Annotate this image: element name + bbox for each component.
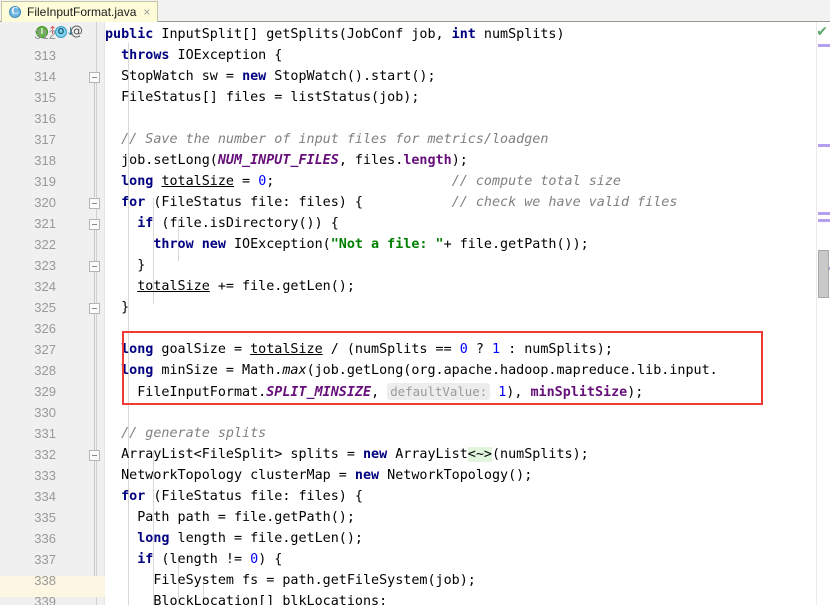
code-line-331[interactable]: // generate splits	[105, 423, 266, 444]
fold-line	[94, 314, 95, 454]
fold-line	[94, 272, 95, 304]
line-number: 337	[34, 552, 56, 567]
code-editor[interactable]: I ↑ O ↓ @ 312 313 314 315 316 317 318 31…	[0, 22, 830, 605]
line-number: 323	[34, 258, 56, 273]
fold-line	[94, 461, 95, 577]
fold-marker-321[interactable]	[89, 219, 100, 230]
code-line-329[interactable]: FileInputFormat.SPLIT_MINSIZE, defaultVa…	[105, 381, 643, 402]
line-number: 321	[34, 216, 56, 231]
line-number: 331	[34, 426, 56, 441]
fold-marker-325[interactable]	[89, 303, 100, 314]
code-line-338[interactable]: FileSystem fs = path.getFileSystem(job);	[105, 570, 476, 591]
code-line-315[interactable]: FileStatus[] files = listStatus(job);	[105, 87, 419, 108]
marker-stripe[interactable]	[818, 44, 830, 47]
code-line-332[interactable]: ArrayList<FileSplit> splits = new ArrayL…	[105, 444, 589, 465]
line-number: 332	[34, 447, 56, 462]
annotation-marker-icon[interactable]: @	[70, 24, 83, 39]
fold-marker-313[interactable]	[89, 72, 100, 83]
code-line-318[interactable]: job.setLong(NUM_INPUT_FILES, files.lengt…	[105, 150, 468, 171]
java-class-icon: C	[8, 5, 22, 19]
code-line-326[interactable]	[105, 318, 113, 339]
line-number: 318	[34, 153, 56, 168]
inlay-hint-defaultvalue: defaultValue:	[387, 383, 491, 400]
tab-label: FileInputFormat.java	[27, 5, 137, 19]
code-line-320[interactable]: for (FileStatus file: files) { // check …	[105, 192, 677, 213]
vertical-scrollbar-thumb[interactable]	[818, 250, 829, 298]
line-number: 339	[34, 594, 56, 605]
line-number: 312	[34, 27, 56, 42]
close-icon[interactable]: ×	[141, 6, 150, 18]
line-number: 335	[34, 510, 56, 525]
line-number: 315	[34, 90, 56, 105]
line-number: 334	[34, 489, 56, 504]
overriding-method-icon[interactable]: O ↓	[55, 26, 75, 38]
code-line-327[interactable]: long goalSize = totalSize / (numSplits =…	[105, 339, 613, 360]
line-number: 327	[34, 342, 56, 357]
line-number: 322	[34, 237, 56, 252]
fold-line	[94, 83, 95, 197]
line-number: 336	[34, 531, 56, 546]
code-line-330[interactable]	[105, 402, 113, 423]
code-line-317[interactable]: // Save the number of input files for me…	[105, 129, 548, 150]
code-line-322[interactable]: throw new IOException("Not a file: "+ fi…	[105, 234, 588, 255]
fold-marker-334[interactable]	[89, 450, 100, 461]
fold-marker-320[interactable]	[89, 198, 100, 209]
code-line-334[interactable]: for (FileStatus file: files) {	[105, 486, 363, 507]
line-number: 324	[34, 279, 56, 294]
line-number: 313	[34, 48, 56, 63]
editor-marker-track[interactable]: ✔	[816, 22, 830, 605]
line-number: 314	[34, 69, 56, 84]
code-line-324[interactable]: totalSize += file.getLen();	[105, 276, 355, 297]
code-line-314[interactable]: StopWatch sw = new StopWatch().start();	[105, 66, 435, 87]
line-number: 333	[34, 468, 56, 483]
line-number: 316	[34, 111, 56, 126]
tab-fileinputformat-java[interactable]: C FileInputFormat.java ×	[1, 1, 159, 22]
marker-stripe[interactable]	[818, 144, 830, 147]
code-line-335[interactable]: Path path = file.getPath();	[105, 507, 355, 528]
code-line-312[interactable]: public InputSplit[] getSplits(JobConf jo…	[105, 24, 565, 45]
code-line-336[interactable]: long length = file.getLen();	[105, 528, 363, 549]
line-number: 329	[34, 384, 56, 399]
line-number: 317	[34, 132, 56, 147]
code-line-319[interactable]: long totalSize = 0; // compute total siz…	[105, 171, 621, 192]
code-line-339[interactable]: BlockLocation[] blkLocations;	[105, 591, 387, 605]
code-line-325[interactable]: }	[105, 297, 129, 318]
line-number: 328	[34, 363, 56, 378]
marker-stripe[interactable]	[818, 219, 830, 222]
line-number: 320	[34, 195, 56, 210]
code-text-area[interactable]: public InputSplit[] getSplits(JobConf jo…	[105, 22, 830, 605]
code-line-328[interactable]: long minSize = Math.max(job.getLong(org.…	[105, 360, 718, 381]
code-line-321[interactable]: if (file.isDirectory()) {	[105, 213, 339, 234]
line-number: 319	[34, 174, 56, 189]
code-line-337[interactable]: if (length != 0) {	[105, 549, 282, 570]
inspection-ok-icon[interactable]: ✔	[816, 25, 828, 39]
code-line-316[interactable]	[105, 108, 113, 129]
line-number: 330	[34, 405, 56, 420]
code-line-333[interactable]: NetworkTopology clusterMap = new Network…	[105, 465, 532, 486]
editor-tab-bar: C FileInputFormat.java ×	[0, 0, 830, 22]
code-line-323[interactable]: }	[105, 255, 145, 276]
line-number: 338	[34, 573, 56, 588]
line-number: 325	[34, 300, 56, 315]
fold-marker-323[interactable]	[89, 261, 100, 272]
line-number: 326	[34, 321, 56, 336]
marker-stripe[interactable]	[818, 212, 830, 215]
code-line-313[interactable]: throws IOException {	[105, 45, 282, 66]
